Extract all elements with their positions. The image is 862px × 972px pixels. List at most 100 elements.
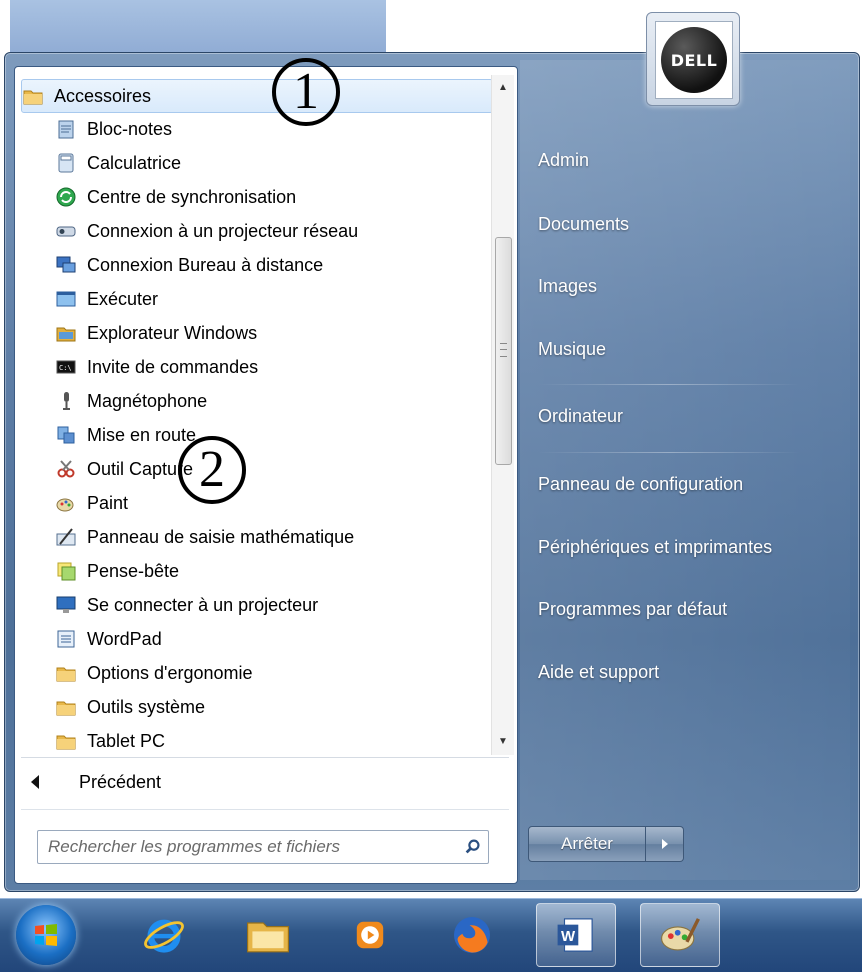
- right-link-aide-support[interactable]: Aide et support: [538, 662, 659, 683]
- program-item-paint[interactable]: Paint: [55, 487, 525, 519]
- scroll-down-icon[interactable]: ▼: [492, 733, 514, 751]
- media-player-icon: [356, 921, 384, 949]
- shutdown-group: Arrêter: [528, 826, 684, 862]
- right-link-ordinateur[interactable]: Ordinateur: [538, 406, 623, 427]
- search-box[interactable]: [37, 830, 489, 864]
- getting-started-icon: [55, 424, 77, 446]
- program-item-wordpad[interactable]: WordPad: [55, 623, 525, 655]
- taskbar-firefox[interactable]: [432, 903, 512, 967]
- program-item-saisie-mathematique[interactable]: Panneau de saisie mathématique: [55, 521, 525, 553]
- program-item-invite-commandes[interactable]: C:\ Invite de commandes: [55, 351, 525, 383]
- start-button[interactable]: [6, 903, 86, 967]
- program-label: Centre de synchronisation: [87, 186, 297, 207]
- program-item-accessoires[interactable]: Accessoires: [21, 79, 493, 113]
- program-item-executer[interactable]: Exécuter: [55, 283, 525, 315]
- program-item-tablet-pc[interactable]: Tablet PC: [55, 725, 525, 757]
- grip-icon: [500, 343, 507, 357]
- avatar-frame: DELL: [655, 21, 733, 99]
- search-icon[interactable]: [458, 832, 488, 862]
- annotation-1: 1: [272, 58, 340, 126]
- program-item-outil-capture[interactable]: Outil Capture: [55, 453, 525, 485]
- start-orb-icon: [16, 905, 76, 965]
- taskbar-explorer[interactable]: [228, 903, 308, 967]
- program-label: Paint: [87, 492, 129, 513]
- search-input[interactable]: [38, 836, 458, 858]
- right-link-images[interactable]: Images: [538, 276, 597, 297]
- math-input-icon: [55, 526, 77, 548]
- folder-icon: [55, 730, 77, 752]
- taskbar-internet-explorer[interactable]: [124, 903, 204, 967]
- divider: [21, 809, 509, 810]
- calculator-icon: [55, 152, 77, 174]
- right-link-admin[interactable]: Admin: [538, 150, 589, 171]
- right-link-peripheriques[interactable]: Périphériques et imprimantes: [538, 537, 772, 558]
- programs-pane: Accessoires Bloc-notes Calculatrice Cent…: [14, 66, 518, 884]
- program-label: Pense-bête: [87, 560, 180, 581]
- shutdown-options-button[interactable]: [646, 826, 684, 862]
- word-icon: W: [557, 918, 593, 952]
- program-label: Calculatrice: [87, 152, 182, 173]
- taskbar-word[interactable]: W: [536, 903, 616, 967]
- program-item-pense-bete[interactable]: Pense-bête: [55, 555, 525, 587]
- firefox-icon: [454, 917, 490, 953]
- snipping-tool-icon: [55, 458, 77, 480]
- program-label: Outils système: [87, 696, 206, 717]
- right-link-documents[interactable]: Documents: [538, 214, 629, 235]
- program-item-bureau-distance[interactable]: Connexion Bureau à distance: [55, 249, 525, 281]
- notepad-icon: [55, 118, 77, 140]
- program-item-projecteur-reseau[interactable]: Connexion à un projecteur réseau: [55, 215, 525, 247]
- right-link-programmes-defaut[interactable]: Programmes par défaut: [538, 599, 727, 620]
- user-avatar[interactable]: DELL: [646, 12, 740, 106]
- right-divider: [538, 384, 800, 385]
- program-label: Connexion à un projecteur réseau: [87, 220, 359, 241]
- svg-text:C:\: C:\: [59, 364, 72, 372]
- run-icon: [55, 288, 77, 310]
- remote-desktop-icon: [55, 254, 77, 276]
- folder-icon: [22, 85, 44, 107]
- scroll-thumb[interactable]: [495, 237, 512, 465]
- program-label: Bloc-notes: [87, 118, 173, 139]
- sticky-notes-icon: [55, 560, 77, 582]
- program-label: WordPad: [87, 628, 162, 649]
- chevron-right-icon: [661, 839, 668, 849]
- program-label: Magnétophone: [87, 390, 208, 411]
- program-label: Invite de commandes: [87, 356, 259, 377]
- back-label: Précédent: [79, 771, 162, 792]
- program-item-calculatrice[interactable]: Calculatrice: [55, 147, 525, 179]
- program-label: Se connecter à un projecteur: [87, 594, 319, 615]
- program-label: Tablet PC: [87, 730, 166, 751]
- program-item-explorateur-windows[interactable]: Explorateur Windows: [55, 317, 525, 349]
- program-label: Exécuter: [87, 288, 159, 309]
- program-item-connecter-projecteur[interactable]: Se connecter à un projecteur: [55, 589, 525, 621]
- folder-icon: [55, 662, 77, 684]
- program-label: Mise en route: [87, 424, 197, 445]
- paint-icon: [661, 918, 700, 951]
- right-link-panneau-configuration[interactable]: Panneau de configuration: [538, 474, 743, 495]
- program-item-outils-systeme[interactable]: Outils système: [55, 691, 525, 723]
- program-label: Explorateur Windows: [87, 322, 258, 343]
- back-arrow-icon: [31, 775, 39, 789]
- network-projector-icon: [55, 220, 77, 242]
- svg-text:W: W: [561, 928, 576, 945]
- taskbar: W: [0, 898, 862, 972]
- dell-logo: DELL: [661, 27, 727, 93]
- program-item-options-ergonomie[interactable]: Options d'ergonomie: [55, 657, 525, 689]
- shutdown-button[interactable]: Arrêter: [528, 826, 646, 862]
- scroll-up-icon[interactable]: ▲: [492, 79, 514, 97]
- folder-icon: [55, 696, 77, 718]
- program-item-centre-synchronisation[interactable]: Centre de synchronisation: [55, 181, 525, 213]
- right-link-musique[interactable]: Musique: [538, 339, 606, 360]
- programs-scrollbar[interactable]: ▲ ▼: [491, 75, 514, 755]
- explorer-icon: [55, 322, 77, 344]
- sync-center-icon: [55, 186, 77, 208]
- taskbar-media-player[interactable]: [330, 903, 410, 967]
- wordpad-icon: [55, 628, 77, 650]
- program-item-magnetophone[interactable]: Magnétophone: [55, 385, 525, 417]
- taskbar-paint[interactable]: [640, 903, 720, 967]
- program-item-mise-en-route[interactable]: Mise en route: [55, 419, 525, 451]
- microphone-icon: [55, 390, 77, 412]
- program-label: Options d'ergonomie: [87, 662, 253, 683]
- internet-explorer-icon: [144, 919, 184, 953]
- right-divider: [538, 452, 800, 453]
- back-button[interactable]: Précédent: [31, 767, 161, 797]
